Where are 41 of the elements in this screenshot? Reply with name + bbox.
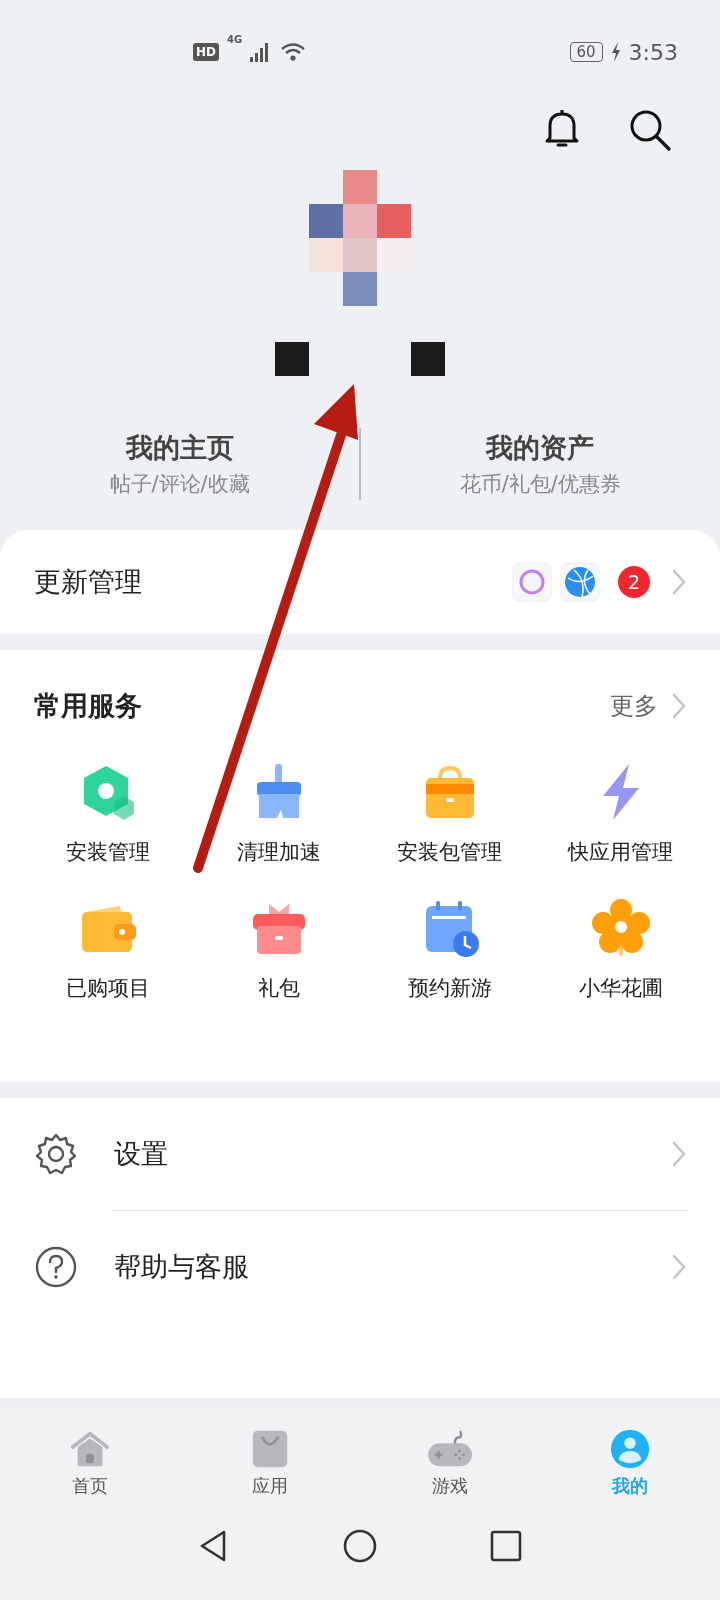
more-link[interactable]: 更多: [610, 690, 686, 722]
battery-level: 60: [569, 42, 603, 62]
recents-icon[interactable]: [488, 1528, 524, 1564]
service-label[interactable]: 预约新游: [407, 974, 492, 1002]
network-type: 4G: [227, 34, 243, 45]
service-label[interactable]: 礼包: [257, 974, 300, 1002]
redaction-block: [275, 342, 309, 376]
profile-link-subtitle: 花币/礼包/优惠券: [459, 471, 621, 498]
menu-item[interactable]: 帮助与客服: [0, 1211, 720, 1323]
menu-item[interactable]: 设置: [0, 1098, 720, 1210]
count-badge: 2: [618, 566, 650, 598]
nav-tab[interactable]: 游戏: [360, 1408, 540, 1499]
profile-link[interactable]: 我的主页: [125, 430, 234, 466]
chevron-icon: [672, 1254, 686, 1280]
nav-tab[interactable]: 应用: [180, 1408, 360, 1499]
globe-app-icon: [560, 562, 600, 602]
nav-tab[interactable]: 首页: [0, 1408, 180, 1499]
settings-icon: [34, 1132, 78, 1176]
hd-indicator: HD: [193, 43, 219, 61]
ring-app-icon: [512, 562, 552, 602]
redaction-block: [411, 342, 445, 376]
chevron-icon: [672, 569, 686, 595]
profile-link[interactable]: 我的资产: [486, 430, 595, 466]
profile-link-subtitle: 帖子/评论/收藏: [109, 471, 250, 498]
service-label[interactable]: 清理加速: [236, 838, 321, 866]
chevron-icon: [672, 1141, 686, 1167]
help-icon: [34, 1245, 78, 1289]
clock: 3:53: [628, 39, 678, 65]
update-management-label[interactable]: 更新管理: [34, 564, 504, 600]
service-label[interactable]: 小华花圃: [578, 974, 663, 1002]
service-label[interactable]: 已购项目: [65, 974, 150, 1002]
service-label[interactable]: 快应用管理: [568, 838, 673, 866]
service-label[interactable]: 安装管理: [65, 838, 150, 866]
section-title: 常用服务: [34, 689, 143, 723]
notification-bell-icon[interactable]: [544, 108, 580, 148]
charging-icon: [610, 42, 621, 62]
home-button-icon[interactable]: [342, 1528, 378, 1564]
search-icon[interactable]: [628, 108, 672, 152]
person-icon: [609, 1428, 651, 1470]
service-label[interactable]: 安装包管理: [397, 838, 502, 866]
chevron-icon: [672, 693, 686, 719]
